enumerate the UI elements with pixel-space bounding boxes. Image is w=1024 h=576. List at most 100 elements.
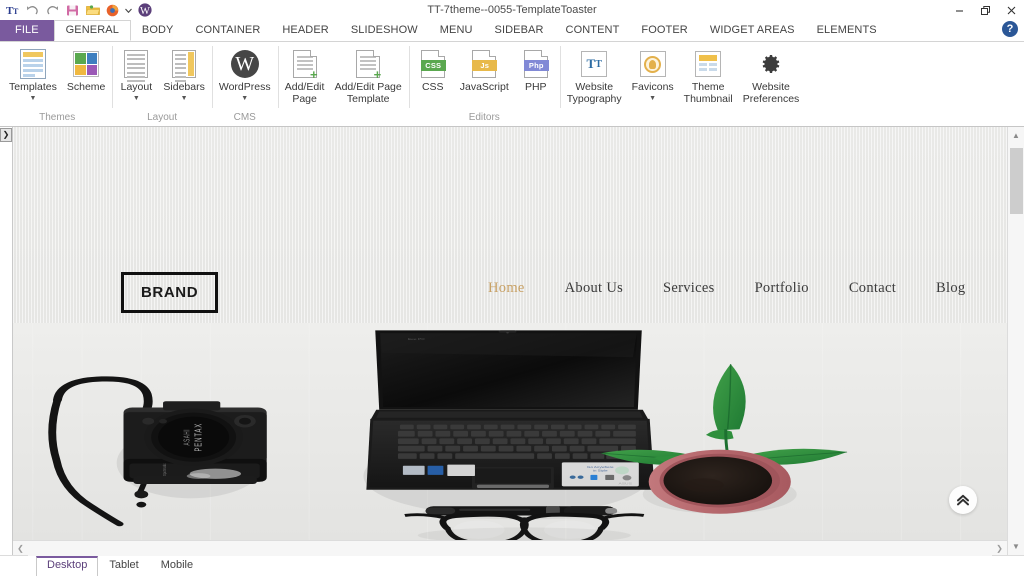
page-add-icon: + bbox=[292, 48, 318, 81]
save-icon[interactable] bbox=[65, 3, 80, 18]
horizontal-scrollbar[interactable]: ❮ ❯ bbox=[13, 540, 1007, 556]
website-preview: BRAND Home About Us Services Portfolio C… bbox=[13, 127, 1007, 540]
workspace: ❯ BRAND Home About Us Services Portfolio… bbox=[0, 127, 1024, 556]
nav-item-portfolio[interactable]: Portfolio bbox=[735, 280, 829, 297]
tab-header[interactable]: HEADER bbox=[271, 20, 339, 41]
tab-file[interactable]: FILE bbox=[0, 20, 54, 41]
help-icon[interactable]: ? bbox=[1002, 21, 1018, 37]
scroll-left-icon[interactable]: ❮ bbox=[13, 541, 28, 556]
ribbon-group-layout: Layout ▼ Sidebars ▼ Layout bbox=[112, 42, 211, 126]
svg-text:PENTAX: PENTAX bbox=[192, 423, 204, 452]
templates-label: Templates bbox=[9, 81, 57, 93]
close-button[interactable] bbox=[998, 0, 1024, 20]
php-editor-button[interactable]: Php PHP bbox=[514, 46, 558, 95]
nav-item-home[interactable]: Home bbox=[468, 280, 545, 297]
sidebars-label: Sidebars bbox=[163, 81, 205, 93]
hero-image: Eee PC Go Anywhere in Style ASUS ASAHI P… bbox=[13, 323, 1007, 540]
app-logo-icon[interactable]: TT bbox=[5, 3, 20, 18]
svg-text:W: W bbox=[140, 6, 150, 17]
vscroll-track[interactable] bbox=[1007, 144, 1024, 538]
sidebars-caret-icon[interactable]: ▼ bbox=[181, 95, 188, 102]
preview-browser-icon[interactable] bbox=[105, 3, 120, 18]
vertical-scrollbar[interactable]: ▲ ▼ bbox=[1007, 127, 1024, 555]
redo-icon[interactable] bbox=[45, 3, 60, 18]
layout-icon bbox=[124, 48, 149, 83]
favicons-label: Favicons bbox=[631, 81, 674, 93]
theme-thumbnail-button[interactable]: Theme Thumbnail bbox=[679, 46, 738, 106]
tab-footer[interactable]: FOOTER bbox=[630, 20, 698, 41]
quick-access-toolbar: TT W bbox=[0, 0, 152, 20]
scroll-to-top-button[interactable] bbox=[949, 486, 977, 514]
favicons-caret-icon[interactable]: ▼ bbox=[649, 95, 656, 102]
vscroll-thumb[interactable] bbox=[1009, 148, 1023, 214]
nav-item-about-us[interactable]: About Us bbox=[545, 280, 643, 297]
templates-caret-icon[interactable]: ▼ bbox=[29, 95, 36, 102]
javascript-label: JavaScript bbox=[459, 81, 509, 93]
device-tab-tablet[interactable]: Tablet bbox=[98, 556, 149, 576]
website-typography-button[interactable]: TT Website Typography bbox=[562, 46, 627, 106]
add-edit-page-template-button[interactable]: + Add/Edit Page Template bbox=[330, 46, 407, 106]
js-badge: Js bbox=[472, 60, 498, 71]
ribbon-panel: Templates ▼ Scheme Themes Layout ▼ Sideb… bbox=[0, 41, 1024, 127]
group-label-pages bbox=[280, 110, 407, 126]
preview-dropdown-icon[interactable] bbox=[125, 3, 132, 18]
group-label-themes: Themes bbox=[39, 112, 76, 123]
favicons-button[interactable]: Favicons ▼ bbox=[627, 46, 679, 103]
nav-item-blog[interactable]: Blog bbox=[916, 280, 985, 297]
expand-panel-button[interactable]: ❯ bbox=[0, 128, 12, 142]
site-brand-logo[interactable]: BRAND bbox=[121, 272, 219, 313]
restore-button[interactable] bbox=[972, 0, 998, 20]
website-preferences-button[interactable]: Website Preferences bbox=[738, 46, 805, 106]
css-file-icon: CSS bbox=[420, 48, 446, 80]
tab-menu[interactable]: MENU bbox=[429, 20, 484, 41]
scroll-down-icon[interactable]: ▼ bbox=[1008, 538, 1024, 555]
scheme-button[interactable]: Scheme bbox=[62, 46, 111, 95]
svg-text:Spotmatic: Spotmatic bbox=[161, 463, 167, 476]
sidebars-icon bbox=[172, 48, 197, 83]
wordpress-icon[interactable]: W bbox=[137, 3, 152, 18]
device-tab-desktop[interactable]: Desktop bbox=[36, 556, 99, 576]
css-editor-button[interactable]: CSS CSS bbox=[411, 46, 455, 95]
ribbon-group-cms: W WordPress ▼ CMS bbox=[211, 42, 278, 126]
tab-container[interactable]: CONTAINER bbox=[185, 20, 272, 41]
wordpress-button[interactable]: W WordPress ▼ bbox=[214, 46, 276, 103]
ribbon-group-pages: + Add/Edit Page + Add/Edit Page Template bbox=[277, 42, 409, 126]
add-edit-page-template-label: Add/Edit Page Template bbox=[334, 81, 402, 105]
device-tab-mobile[interactable]: Mobile bbox=[150, 556, 204, 576]
php-file-icon: Php bbox=[523, 48, 549, 80]
layout-button[interactable]: Layout ▼ bbox=[114, 46, 158, 103]
tab-sidebar[interactable]: SIDEBAR bbox=[484, 20, 555, 41]
tab-content[interactable]: CONTENT bbox=[555, 20, 631, 41]
hscroll-track[interactable] bbox=[28, 540, 992, 556]
add-edit-page-button[interactable]: + Add/Edit Page bbox=[280, 46, 330, 106]
minimize-button[interactable] bbox=[946, 0, 972, 20]
ribbon-group-editors: CSS CSS Js JavaScript Php PHP Editors bbox=[408, 42, 560, 126]
wordpress-caret-icon[interactable]: ▼ bbox=[241, 95, 248, 102]
nav-item-services[interactable]: Services bbox=[643, 280, 735, 297]
group-label-layout: Layout bbox=[147, 112, 178, 123]
scheme-icon bbox=[73, 48, 100, 80]
layout-caret-icon[interactable]: ▼ bbox=[133, 95, 140, 102]
undo-icon[interactable] bbox=[25, 3, 40, 18]
ribbon-group-themes: Templates ▼ Scheme Themes bbox=[2, 42, 112, 126]
layout-label: Layout bbox=[120, 81, 153, 93]
tab-body[interactable]: BODY bbox=[131, 20, 185, 41]
templates-button[interactable]: Templates ▼ bbox=[4, 46, 62, 103]
scroll-right-icon[interactable]: ❯ bbox=[992, 541, 1007, 556]
tab-widget-areas[interactable]: WIDGET AREAS bbox=[699, 20, 806, 41]
sidebars-button[interactable]: Sidebars ▼ bbox=[158, 46, 209, 103]
php-label: PHP bbox=[524, 81, 547, 93]
scroll-up-icon[interactable]: ▲ bbox=[1008, 127, 1024, 144]
nav-item-contact[interactable]: Contact bbox=[829, 280, 916, 297]
javascript-editor-button[interactable]: Js JavaScript bbox=[455, 46, 514, 95]
window-title: TT-7theme--0055-TemplateToaster bbox=[427, 4, 597, 16]
tab-elements[interactable]: ELEMENTS bbox=[806, 20, 888, 41]
left-rail: ❯ bbox=[0, 127, 13, 555]
tab-slideshow[interactable]: SLIDESHOW bbox=[340, 20, 429, 41]
svg-text:ASUS: ASUS bbox=[619, 482, 633, 486]
website-preview-canvas[interactable]: BRAND Home About Us Services Portfolio C… bbox=[13, 127, 1007, 540]
open-icon[interactable] bbox=[85, 3, 100, 18]
add-edit-page-label: Add/Edit Page bbox=[284, 81, 325, 105]
tab-general[interactable]: GENERAL bbox=[53, 20, 131, 41]
templatetoaster-window: TT W TT-7theme--0055-TemplateToaster FIL… bbox=[0, 0, 1024, 576]
